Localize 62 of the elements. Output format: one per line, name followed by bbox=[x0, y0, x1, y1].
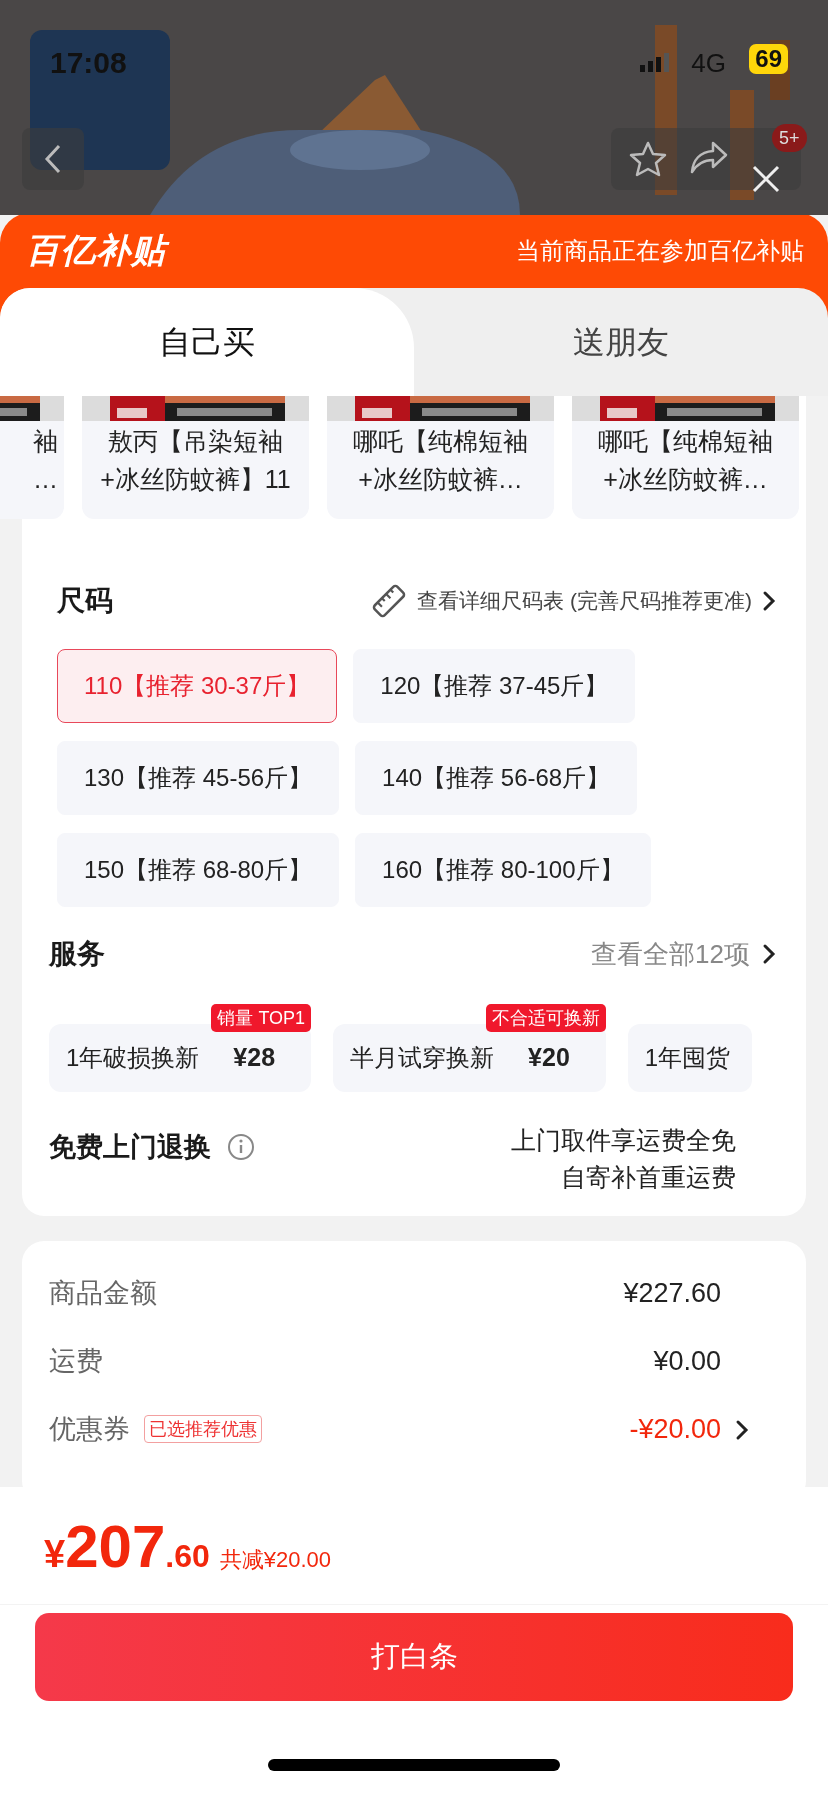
service-price: ¥28 bbox=[233, 1042, 276, 1074]
product-title-line: … bbox=[32, 464, 59, 495]
back-button[interactable] bbox=[22, 128, 84, 190]
total-price-decimal: .60 bbox=[165, 1537, 210, 1576]
size-option[interactable]: 150【推荐 68-80斤】 bbox=[57, 833, 340, 907]
summary-label: 优惠券 bbox=[49, 1412, 130, 1446]
summary-label: 运费 bbox=[49, 1344, 103, 1378]
coupon-tag: 已选推荐优惠 bbox=[144, 1415, 262, 1443]
chevron-right-icon bbox=[735, 1418, 749, 1441]
product-title-line: 哪吒【纯棉短袖 bbox=[597, 426, 774, 457]
product-title-line: 袖 bbox=[32, 426, 59, 457]
total-price: 207 bbox=[65, 1517, 166, 1577]
service-option[interactable]: 1年囤货 bbox=[627, 1024, 753, 1092]
product-title-line: +冰丝防蚊裤】11 bbox=[99, 464, 292, 495]
tab[interactable]: 自己买 bbox=[0, 288, 414, 396]
status-time: 17:08 bbox=[50, 45, 127, 81]
size-chart-link[interactable]: 查看详细尺码表 (完善尺码推荐更准) bbox=[371, 583, 776, 619]
chevron-right-icon bbox=[762, 590, 776, 612]
currency-symbol: ¥ bbox=[44, 1533, 66, 1577]
summary-value: -¥20.00 bbox=[629, 1412, 721, 1446]
product-title-line: +冰丝防蚊裤… bbox=[602, 464, 769, 495]
product-card[interactable]: 哪吒【纯棉短袖 +冰丝防蚊裤… bbox=[327, 396, 554, 519]
product-card[interactable]: 袖 … bbox=[0, 396, 64, 519]
summary-value: ¥227.60 bbox=[623, 1276, 721, 1310]
free-return-title: 免费上门退换 bbox=[49, 1130, 211, 1164]
network-label: 4G bbox=[691, 47, 726, 80]
section-title: 尺码 bbox=[57, 584, 113, 618]
service-tag: 销量 TOP1 bbox=[211, 1004, 312, 1032]
info-icon[interactable] bbox=[227, 1133, 255, 1161]
close-icon[interactable] bbox=[751, 164, 781, 194]
service-tag: 不合适可换新 bbox=[485, 1004, 606, 1032]
free-return-note: 自寄补首重运费 bbox=[560, 1162, 736, 1193]
total-saving: 共减¥20.00 bbox=[219, 1546, 332, 1574]
service-name: 半月试穿换新 bbox=[350, 1043, 495, 1073]
size-option[interactable]: 160【推荐 80-100斤】 bbox=[355, 833, 651, 907]
back-icon bbox=[43, 143, 63, 175]
service-name: 1年囤货 bbox=[644, 1043, 731, 1073]
view-all-link[interactable]: 查看全部12项 bbox=[591, 934, 776, 974]
size-option[interactable]: 130【推荐 45-56斤】 bbox=[57, 741, 340, 815]
product-title-line: 敖丙【吊染短袖 bbox=[107, 426, 284, 457]
product-title-line: +冰丝防蚊裤… bbox=[357, 464, 524, 495]
summary-value: ¥0.00 bbox=[653, 1344, 721, 1378]
pay-button[interactable]: 打白条 bbox=[35, 1613, 793, 1701]
product-card[interactable]: 哪吒【纯棉短袖 +冰丝防蚊裤… bbox=[572, 396, 799, 519]
service-price: ¥20 bbox=[528, 1042, 570, 1074]
size-option[interactable]: 120【推荐 37-45斤】 bbox=[353, 649, 636, 723]
section-title: 服务 bbox=[49, 937, 105, 971]
free-return-note: 上门取件享运费全免 bbox=[511, 1125, 736, 1156]
share-icon[interactable] bbox=[689, 140, 729, 176]
star-icon[interactable] bbox=[628, 140, 668, 178]
service-name: 1年破损换新 bbox=[66, 1043, 200, 1073]
battery-level: 69 bbox=[749, 44, 788, 74]
product-title-line: 哪吒【纯棉短袖 bbox=[352, 426, 529, 457]
signal-icon bbox=[640, 52, 670, 72]
summary-label: 商品金额 bbox=[49, 1276, 157, 1310]
product-card[interactable]: 敖丙【吊染短袖 +冰丝防蚊裤】11 bbox=[82, 396, 309, 519]
banner-notice: 当前商品正在参加百亿补贴 bbox=[516, 235, 804, 266]
tab[interactable]: 送朋友 bbox=[414, 288, 828, 396]
size-option[interactable]: 110【推荐 30-37斤】 bbox=[57, 649, 338, 723]
size-option[interactable]: 140【推荐 56-68斤】 bbox=[355, 741, 638, 815]
ruler-icon bbox=[371, 583, 408, 619]
chevron-right-icon bbox=[762, 943, 776, 965]
